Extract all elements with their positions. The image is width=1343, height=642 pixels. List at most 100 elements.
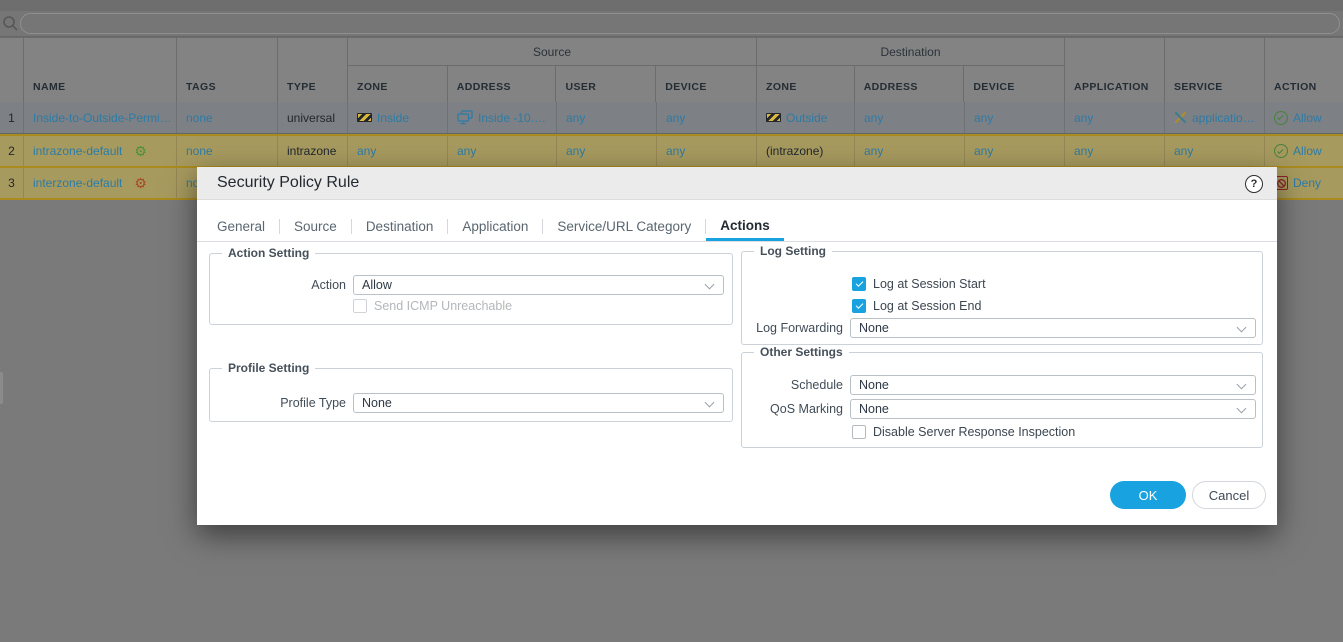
dsri-row: Disable Server Response Inspection [852, 425, 1075, 439]
zone-icon [766, 113, 781, 122]
tab-service-url-category[interactable]: Service/URL Category [543, 212, 705, 241]
log-setting-group: Log Setting Log at Session Start Log at … [741, 251, 1263, 345]
log-session-start-label: Log at Session Start [873, 277, 986, 291]
col-dst-zone[interactable]: ZONE [757, 66, 855, 102]
dst-device-cell[interactable]: any [965, 102, 1065, 133]
col-src-device[interactable]: DEVICE [656, 66, 756, 102]
tab-actions[interactable]: Actions [706, 212, 784, 241]
table-header: NAME TAGS TYPE Source ZONE ADDRESS USER … [0, 37, 1343, 102]
dst-address-cell[interactable]: any [855, 102, 965, 133]
src-address-cell[interactable]: Inside -10.1.1.0 [448, 102, 557, 133]
dialog-header: Security Policy Rule [197, 167, 1277, 200]
col-service[interactable]: SERVICE [1165, 38, 1265, 102]
table-row[interactable]: 2 intrazone-default⚙ none intrazone any … [0, 134, 1343, 166]
col-action[interactable]: ACTION [1265, 38, 1343, 102]
log-session-start-row: Log at Session Start [852, 277, 986, 291]
profile-type-select[interactable]: None [353, 393, 724, 413]
profile-setting-group: Profile Setting Profile Type None [209, 368, 733, 422]
table-row[interactable]: 1 Inside-to-Outside-Permit-All none univ… [0, 102, 1343, 134]
search-bar [0, 11, 1343, 37]
col-name[interactable]: NAME [24, 38, 177, 102]
log-forwarding-label: Log Forwarding [742, 321, 843, 335]
service-cell[interactable]: application-... [1165, 102, 1265, 133]
col-src-user[interactable]: USER [556, 66, 656, 102]
service-cell[interactable]: any [1165, 136, 1265, 166]
tab-application[interactable]: Application [448, 212, 542, 241]
action-label: Action [210, 278, 346, 292]
log-session-end-row: Log at Session End [852, 299, 981, 313]
rule-name-link[interactable]: intrazone-default⚙ [24, 136, 177, 166]
action-cell[interactable]: Allow [1265, 136, 1343, 166]
log-session-end-label: Log at Session End [873, 299, 981, 313]
action-setting-legend: Action Setting [222, 246, 315, 260]
rule-name-link[interactable]: Inside-to-Outside-Permit-All [24, 102, 177, 133]
other-settings-legend: Other Settings [754, 345, 849, 359]
gear-icon[interactable]: ⚙ [134, 176, 147, 190]
col-group-source: Source ZONE ADDRESS USER DEVICE [348, 38, 757, 102]
chevron-down-icon [705, 280, 715, 290]
tab-source[interactable]: Source [280, 212, 351, 241]
tab-destination[interactable]: Destination [352, 212, 448, 241]
src-user-cell[interactable]: any [557, 102, 657, 133]
dst-zone-cell[interactable]: Outside [757, 102, 855, 133]
dialog-title: Security Policy Rule [217, 174, 359, 192]
security-policy-rule-dialog: Security Policy Rule ? General Source De… [197, 167, 1277, 525]
gear-icon[interactable]: ⚙ [134, 144, 147, 158]
dst-address-cell[interactable]: any [855, 136, 965, 166]
col-tags[interactable]: TAGS [177, 38, 278, 102]
src-user-cell[interactable]: any [557, 136, 657, 166]
application-cell[interactable]: any [1065, 102, 1165, 133]
type-cell: universal [278, 102, 348, 133]
col-src-address[interactable]: ADDRESS [448, 66, 557, 102]
profile-setting-legend: Profile Setting [222, 361, 315, 375]
send-icmp-unreachable-checkbox[interactable] [353, 299, 367, 313]
allow-icon [1274, 144, 1288, 158]
col-rownum[interactable] [0, 38, 24, 102]
col-dst-address[interactable]: ADDRESS [855, 66, 965, 102]
row-number: 3 [0, 168, 24, 198]
help-icon[interactable]: ? [1245, 175, 1263, 193]
action-select[interactable]: Allow [353, 275, 724, 295]
log-session-end-checkbox[interactable] [852, 299, 866, 313]
chevron-down-icon [1237, 323, 1247, 333]
qos-marking-select[interactable]: None [850, 399, 1256, 419]
allow-icon [1274, 111, 1288, 125]
col-src-zone[interactable]: ZONE [348, 66, 448, 102]
log-session-start-checkbox[interactable] [852, 277, 866, 291]
ok-button[interactable]: OK [1110, 481, 1186, 509]
src-address-cell[interactable]: any [448, 136, 557, 166]
tags-cell[interactable]: none [177, 102, 278, 133]
search-icon [2, 15, 19, 32]
type-cell: intrazone [278, 136, 348, 166]
crossed-tools-icon [1174, 111, 1187, 124]
col-dst-device[interactable]: DEVICE [964, 66, 1064, 102]
zone-icon [357, 113, 372, 122]
col-application[interactable]: APPLICATION [1065, 38, 1165, 102]
left-panel-handle[interactable] [0, 372, 3, 404]
schedule-select[interactable]: None [850, 375, 1256, 395]
src-zone-cell[interactable]: any [348, 136, 448, 166]
other-settings-group: Other Settings Schedule None QoS Marking… [741, 352, 1263, 448]
log-forwarding-select[interactable]: None [850, 318, 1256, 338]
send-icmp-unreachable-row: Send ICMP Unreachable [353, 299, 512, 313]
dsri-checkbox[interactable] [852, 425, 866, 439]
dst-zone-cell: (intrazone) [757, 136, 855, 166]
src-zone-cell[interactable]: Inside [348, 102, 448, 133]
src-device-cell[interactable]: any [657, 102, 757, 133]
action-setting-group: Action Setting Action Allow Send ICMP Un… [209, 253, 733, 325]
address-host-icon [457, 110, 473, 125]
dst-device-cell[interactable]: any [965, 136, 1065, 166]
col-type[interactable]: TYPE [278, 38, 348, 102]
search-input[interactable] [20, 13, 1340, 34]
row-number: 2 [0, 136, 24, 166]
application-cell[interactable]: any [1065, 136, 1165, 166]
chevron-down-icon [1237, 404, 1247, 414]
chevron-down-icon [1237, 380, 1247, 390]
src-device-cell[interactable]: any [657, 136, 757, 166]
tab-general[interactable]: General [217, 212, 279, 241]
tags-cell[interactable]: none [177, 136, 278, 166]
schedule-label: Schedule [742, 378, 843, 392]
action-cell[interactable]: Allow [1265, 102, 1343, 133]
cancel-button[interactable]: Cancel [1192, 481, 1266, 509]
rule-name-link[interactable]: interzone-default⚙ [24, 168, 177, 198]
